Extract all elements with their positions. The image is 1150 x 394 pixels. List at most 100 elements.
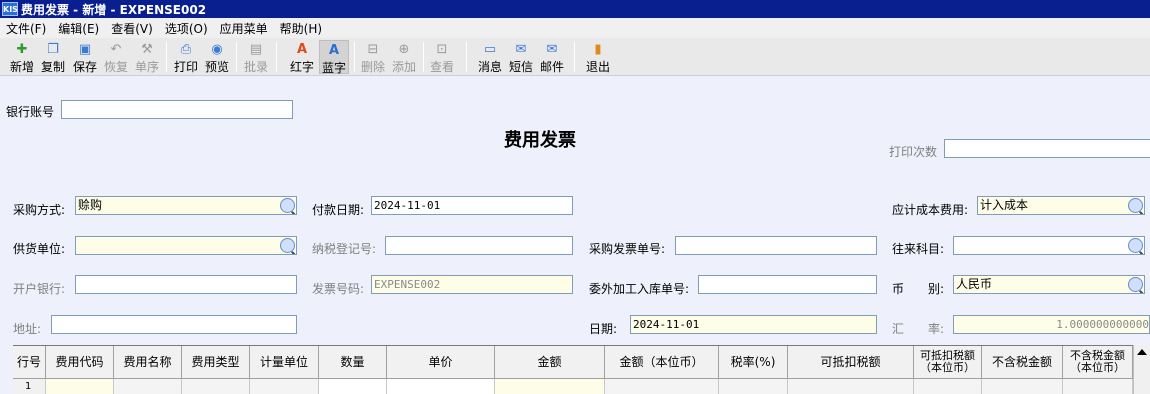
table-cell[interactable]: [982, 379, 1063, 394]
delete-label: 删除: [360, 60, 385, 74]
account-label: 往来科目:: [892, 242, 945, 256]
red-button[interactable]: A 红字: [288, 40, 316, 74]
col-header-deductible-tax-local[interactable]: 可抵扣税额（本位币）: [914, 346, 982, 379]
add-button[interactable]: ⊕ 添加: [390, 40, 418, 74]
bank-account-label: 银行账号: [6, 105, 55, 119]
bank-field[interactable]: [75, 275, 297, 294]
purchase-invoice-no-field[interactable]: [675, 236, 877, 255]
pay-date-label: 付款日期:: [312, 203, 365, 217]
table-cell[interactable]: [914, 379, 982, 394]
date-field[interactable]: 2024-11-01: [630, 315, 877, 334]
col-header-expense-name[interactable]: 费用名称: [114, 346, 182, 379]
tax-reg-field[interactable]: [385, 236, 573, 255]
outsource-no-field[interactable]: [698, 275, 877, 294]
new-button[interactable]: ✚ 新增: [8, 40, 36, 74]
col-header-row-no[interactable]: 行号: [13, 346, 46, 379]
lookup-icon[interactable]: [280, 238, 295, 253]
lookup-icon[interactable]: [1128, 277, 1143, 292]
printer-icon: ⎙: [180, 42, 192, 57]
table-cell[interactable]: [495, 379, 605, 394]
table-row-number: 1: [13, 379, 46, 394]
menu-view[interactable]: 查看(V): [105, 20, 159, 37]
order-button[interactable]: ⚒ 单序: [133, 40, 161, 74]
table-cell[interactable]: [719, 379, 788, 394]
batch-button[interactable]: ▤ 批录: [242, 40, 270, 74]
red-letter-icon: A: [296, 42, 308, 57]
col-header-unit[interactable]: 计量单位: [250, 346, 319, 379]
menu-edit[interactable]: 编辑(E): [52, 20, 105, 37]
preview-button[interactable]: ◉ 预览: [203, 40, 231, 74]
menu-options[interactable]: 选项(O): [159, 20, 214, 37]
date-label: 日期:: [589, 322, 618, 336]
delete-button[interactable]: ⊟ 删除: [359, 40, 387, 74]
pay-date-field[interactable]: 2024-11-01: [371, 196, 573, 215]
blue-button[interactable]: A 蓝字: [319, 40, 349, 75]
table-cell[interactable]: [114, 379, 182, 394]
table-cell[interactable]: [605, 379, 719, 394]
rate-field[interactable]: 1.000000000000: [953, 315, 1150, 334]
menu-app[interactable]: 应用菜单: [214, 20, 274, 37]
save-label: 保存: [72, 60, 97, 74]
message-button[interactable]: ▭ 消息: [476, 40, 504, 74]
restore-button[interactable]: ↶ 恢复: [102, 40, 130, 74]
cost-expense-field[interactable]: 计入成本: [977, 196, 1145, 215]
lookup-icon[interactable]: [280, 198, 295, 213]
red-label: 红字: [289, 60, 314, 74]
plus-icon: ✚: [16, 42, 28, 57]
col-header-amount-local[interactable]: 金额（本位币）: [605, 346, 719, 379]
copy-button[interactable]: ❐ 复制: [39, 40, 67, 74]
mail-button[interactable]: ✉ 邮件: [538, 40, 566, 74]
outsource-no-label: 委外加工入库单号:: [589, 282, 690, 296]
table-cell[interactable]: [46, 379, 114, 394]
supplier-field[interactable]: [75, 236, 297, 255]
view-icon: ⊡: [436, 42, 448, 57]
currency-field[interactable]: 人民币: [953, 275, 1145, 294]
col-header-net-amount[interactable]: 不含税金额: [982, 346, 1063, 379]
address-field[interactable]: [51, 315, 297, 334]
sms-button[interactable]: ✉ 短信: [507, 40, 535, 74]
add-label: 添加: [391, 60, 416, 74]
col-header-net-amount-local[interactable]: 不含税金额（本位币）: [1063, 346, 1133, 379]
lookup-icon[interactable]: [1128, 198, 1143, 213]
bank-account-field[interactable]: [61, 100, 293, 119]
toolbar-separator: [166, 42, 167, 72]
app-icon: KIS: [2, 2, 18, 16]
col-header-unit-price[interactable]: 单价: [387, 346, 495, 379]
mail-label: 邮件: [539, 60, 564, 74]
address-label: 地址:: [13, 322, 42, 336]
print-count-field[interactable]: 0: [944, 139, 1150, 158]
account-field[interactable]: [953, 236, 1145, 255]
table-cell[interactable]: [319, 379, 387, 394]
table-vertical-scrollbar[interactable]: [1133, 345, 1150, 394]
col-header-expense-code[interactable]: 费用代码: [46, 346, 114, 379]
menu-file[interactable]: 文件(F): [0, 20, 52, 37]
table-cell[interactable]: [250, 379, 319, 394]
col-header-expense-type[interactable]: 费用类型: [182, 346, 250, 379]
lookup-icon[interactable]: [1128, 238, 1143, 253]
table-cell[interactable]: [1063, 379, 1133, 394]
purchase-invoice-no-label: 采购发票单号:: [589, 242, 666, 256]
table-cell[interactable]: [182, 379, 250, 394]
wrench-icon: ⚒: [141, 42, 153, 57]
col-header-deductible-tax[interactable]: 可抵扣税额: [788, 346, 914, 379]
col-header-tax-rate[interactable]: 税率(%): [719, 346, 788, 379]
exit-label: 退出: [585, 60, 610, 74]
exit-door-icon: ▮: [594, 42, 602, 57]
purchase-mode-label: 采购方式:: [13, 203, 66, 217]
save-button[interactable]: ▣ 保存: [71, 40, 99, 74]
toolbar-separator: [354, 42, 355, 72]
purchase-mode-field[interactable]: 赊购: [75, 196, 297, 215]
table-cell[interactable]: [387, 379, 495, 394]
new-label: 新增: [9, 60, 34, 74]
view-button[interactable]: ⊡ 查看: [428, 40, 456, 74]
scroll-up-arrow-icon[interactable]: [1137, 349, 1147, 355]
bank-label: 开户银行:: [13, 282, 66, 296]
print-button[interactable]: ⎙ 打印: [172, 40, 200, 74]
exit-button[interactable]: ▮ 退出: [584, 40, 612, 74]
invoice-no-field[interactable]: EXPENSE002: [371, 275, 573, 294]
toolbar-separator: [574, 42, 575, 72]
col-header-amount[interactable]: 金额: [495, 346, 605, 379]
table-cell[interactable]: [788, 379, 914, 394]
col-header-quantity[interactable]: 数量: [319, 346, 387, 379]
menu-help[interactable]: 帮助(H): [274, 20, 328, 37]
